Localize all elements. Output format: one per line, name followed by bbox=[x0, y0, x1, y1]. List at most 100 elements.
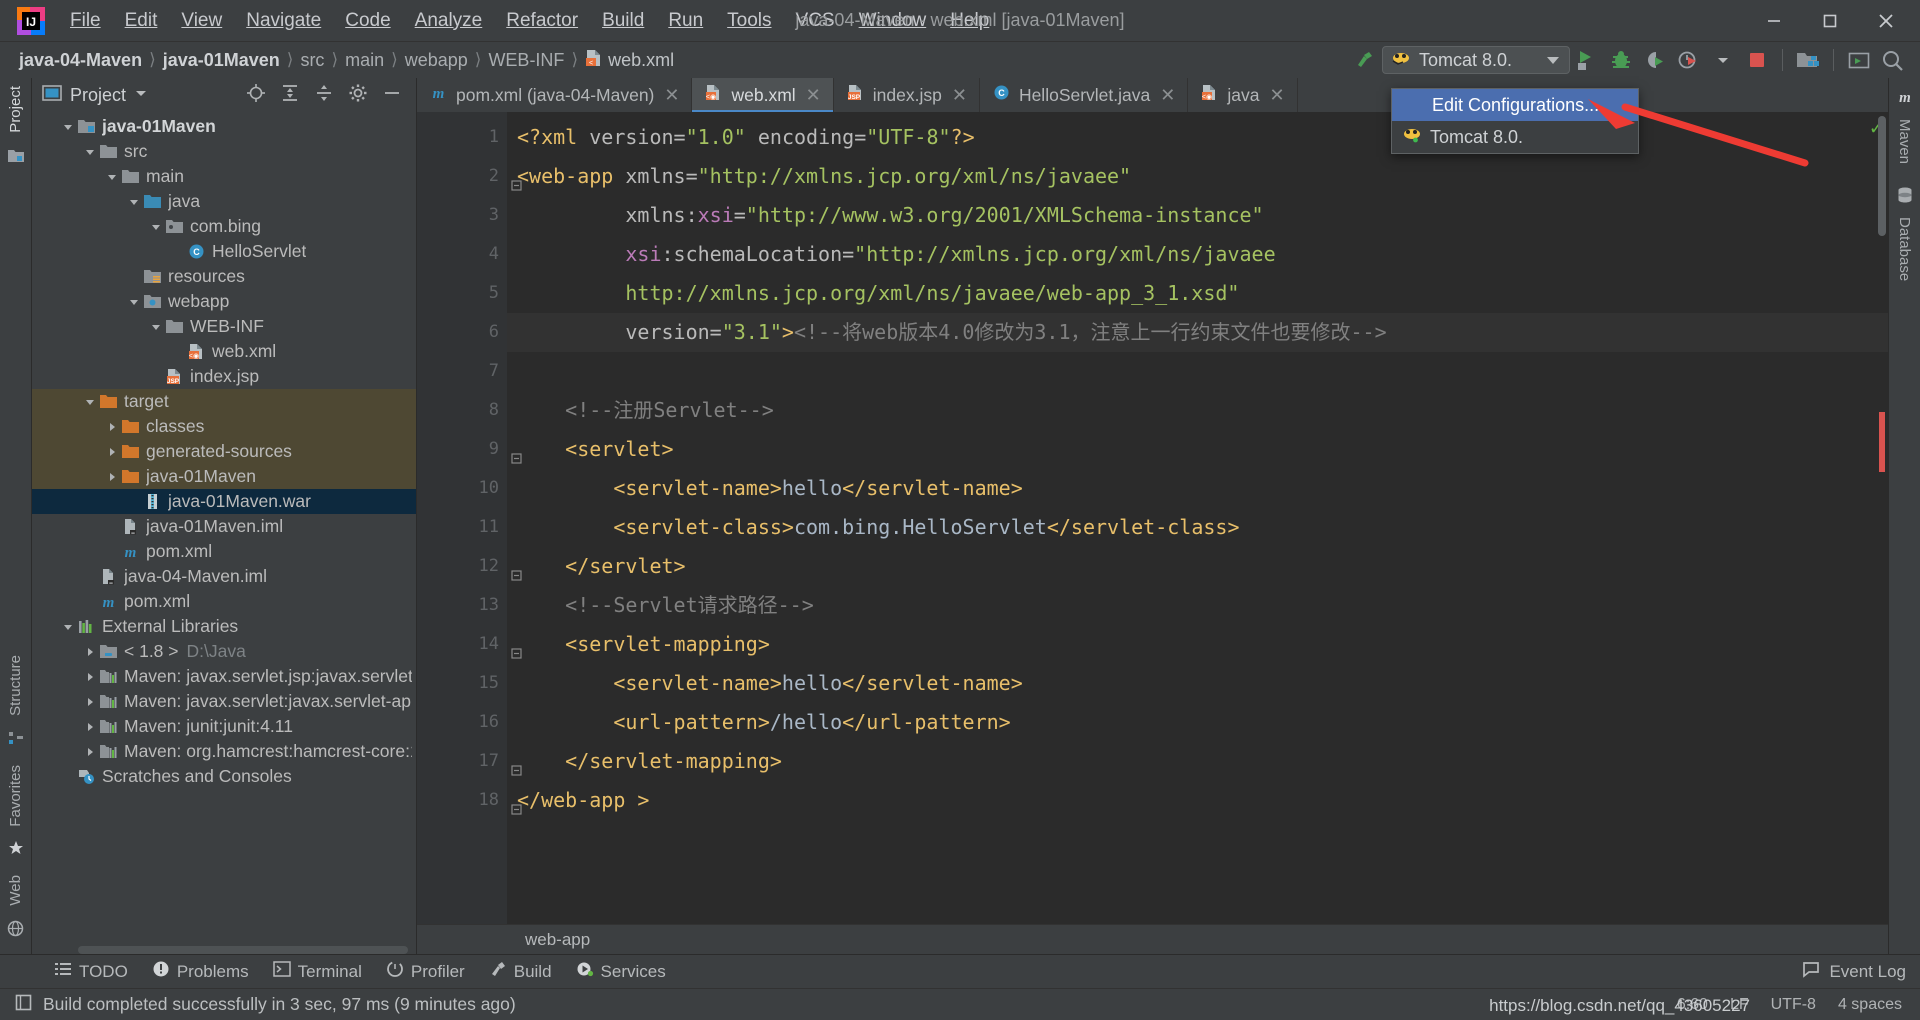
close-icon[interactable]: ✕ bbox=[952, 85, 967, 106]
error-stripe-marker[interactable] bbox=[1879, 412, 1885, 472]
code-line[interactable]: <!--Servlet请求路径--> bbox=[517, 586, 1888, 625]
menu-item-tomcat[interactable]: Tomcat 8.0. bbox=[1392, 121, 1638, 153]
code-line[interactable] bbox=[517, 352, 1888, 391]
tool-window-button-services[interactable]: Services bbox=[566, 958, 676, 985]
tree-node[interactable]: java-01Maven.war bbox=[32, 489, 416, 514]
tree-node[interactable]: <◉web.xml bbox=[32, 339, 416, 364]
chevron-down-icon[interactable] bbox=[104, 171, 120, 183]
menu-help[interactable]: Help bbox=[938, 6, 1001, 36]
tree-node[interactable]: generated-sources bbox=[32, 439, 416, 464]
debug-button[interactable] bbox=[1604, 45, 1638, 75]
chevron-right-icon[interactable] bbox=[82, 696, 98, 708]
stop-button[interactable] bbox=[1740, 45, 1774, 75]
run-configuration-dropdown[interactable]: Edit Configurations... Tomcat 8.0. bbox=[1391, 88, 1639, 154]
build-hammer-icon[interactable] bbox=[1348, 45, 1382, 75]
close-icon[interactable]: ✕ bbox=[1269, 85, 1284, 106]
code-line[interactable]: <web-app xmlns="http://xmlns.jcp.org/xml… bbox=[517, 157, 1888, 196]
tree-node[interactable]: WEB-INF bbox=[32, 314, 416, 339]
tree-node[interactable]: Maven: javax.servlet.jsp:javax.servlet.j… bbox=[32, 664, 416, 689]
locate-icon[interactable] bbox=[246, 83, 266, 108]
menu-item-edit-configurations[interactable]: Edit Configurations... bbox=[1392, 89, 1638, 121]
code-content[interactable]: <?xml version="1.0" encoding="UTF-8"?><w… bbox=[507, 112, 1888, 924]
project-structure-button[interactable] bbox=[1791, 45, 1825, 75]
tree-node[interactable]: mpom.xml bbox=[32, 539, 416, 564]
close-button[interactable] bbox=[1858, 0, 1914, 42]
code-line[interactable]: <url-pattern>/hello</url-pattern> bbox=[517, 703, 1888, 742]
project-tree-scrollbar[interactable] bbox=[78, 946, 408, 954]
file-encoding[interactable]: UTF-8 bbox=[1771, 996, 1816, 1014]
breadcrumb-item-webapp[interactable]: webapp bbox=[400, 49, 473, 72]
code-line[interactable]: <servlet-class>com.bing.HelloServlet</se… bbox=[517, 508, 1888, 547]
caret-position[interactable]: 6:60 bbox=[1677, 996, 1708, 1014]
hide-panel-icon[interactable] bbox=[382, 83, 402, 108]
code-line[interactable]: <!--注册Servlet--> bbox=[517, 391, 1888, 430]
tree-node[interactable]: Maven: junit:junit:4.11 bbox=[32, 714, 416, 739]
minimize-button[interactable] bbox=[1746, 0, 1802, 42]
menu-vcs[interactable]: VCS bbox=[784, 6, 847, 36]
tool-window-button-terminal[interactable]: Terminal bbox=[263, 959, 372, 984]
tree-node[interactable]: com.bing bbox=[32, 214, 416, 239]
breadcrumb-item-webinf[interactable]: WEB-INF bbox=[483, 49, 569, 72]
close-icon[interactable]: ✕ bbox=[1160, 85, 1175, 106]
tree-node[interactable]: java-01Maven.iml bbox=[32, 514, 416, 539]
editor-scrollbar[interactable] bbox=[1878, 116, 1886, 236]
sidebar-item-database[interactable]: Database bbox=[1896, 209, 1913, 289]
chevron-down-icon[interactable] bbox=[126, 196, 142, 208]
run-with-coverage-button[interactable] bbox=[1638, 45, 1672, 75]
code-editor[interactable]: 123456789101112131415161718 <?xml versio… bbox=[417, 112, 1888, 924]
maximize-button[interactable] bbox=[1802, 0, 1858, 42]
expand-all-icon[interactable] bbox=[280, 83, 300, 108]
chevron-down-icon[interactable] bbox=[60, 121, 76, 133]
chevron-right-icon[interactable] bbox=[82, 646, 98, 658]
menu-analyze[interactable]: Analyze bbox=[403, 6, 495, 36]
tree-node[interactable]: src bbox=[32, 139, 416, 164]
breadcrumb-item-main[interactable]: main bbox=[340, 49, 389, 72]
profile-button[interactable] bbox=[1672, 45, 1706, 75]
menu-tools[interactable]: Tools bbox=[715, 6, 783, 36]
breadcrumb-item-src[interactable]: src bbox=[295, 49, 329, 72]
chevron-down-icon[interactable] bbox=[126, 296, 142, 308]
tree-node[interactable]: mpom.xml bbox=[32, 589, 416, 614]
run-configuration-selector[interactable]: Tomcat 8.0. bbox=[1382, 46, 1570, 74]
breadcrumb-item-module[interactable]: java-01Maven bbox=[158, 49, 285, 72]
chevron-down-icon[interactable] bbox=[134, 86, 148, 105]
code-line[interactable]: <servlet-name>hello</servlet-name> bbox=[517, 469, 1888, 508]
code-line[interactable]: <servlet> bbox=[517, 430, 1888, 469]
menu-window[interactable]: Window bbox=[847, 6, 939, 36]
menu-run[interactable]: Run bbox=[656, 6, 715, 36]
sidebar-item-structure[interactable]: Structure bbox=[7, 647, 24, 724]
search-everywhere-icon[interactable] bbox=[1876, 45, 1910, 75]
editor-tab[interactable]: mpom.xml (java-04-Maven)✕ bbox=[417, 78, 692, 112]
code-line[interactable]: <servlet-name>hello</servlet-name> bbox=[517, 664, 1888, 703]
menu-code[interactable]: Code bbox=[333, 6, 402, 36]
chevron-right-icon[interactable] bbox=[82, 746, 98, 758]
sidebar-item-project[interactable]: Project bbox=[7, 78, 24, 141]
menu-build[interactable]: Build bbox=[590, 6, 656, 36]
chevron-down-icon[interactable] bbox=[148, 221, 164, 233]
tree-node[interactable]: CHelloServlet bbox=[32, 239, 416, 264]
tree-node[interactable]: Maven: org.hamcrest:hamcrest-core:1.3 bbox=[32, 739, 416, 764]
tree-node[interactable]: External Libraries bbox=[32, 614, 416, 639]
event-log-label[interactable]: Event Log bbox=[1829, 962, 1906, 982]
editor-tab[interactable]: JSPindex.jsp✕ bbox=[834, 78, 980, 112]
tree-node[interactable]: main bbox=[32, 164, 416, 189]
tree-node[interactable]: java bbox=[32, 189, 416, 214]
tree-node[interactable]: classes bbox=[32, 414, 416, 439]
breadcrumb-item-project[interactable]: java-04-Maven bbox=[14, 49, 147, 72]
tool-window-button-problems[interactable]: Problems bbox=[142, 958, 259, 985]
preview-window-icon[interactable] bbox=[1842, 45, 1876, 75]
close-icon[interactable]: ✕ bbox=[664, 85, 679, 106]
tool-window-button-profiler[interactable]: Profiler bbox=[376, 958, 475, 985]
tree-node[interactable]: resources bbox=[32, 264, 416, 289]
tool-window-button-todo[interactable]: TODO bbox=[44, 959, 138, 984]
sidebar-item-web[interactable]: Web bbox=[7, 867, 24, 914]
chevron-right-icon[interactable] bbox=[104, 471, 120, 483]
chevron-down-icon[interactable] bbox=[1547, 57, 1559, 64]
code-line[interactable]: version="3.1"><!--将web版本4.0修改为3.1，注意上一行约… bbox=[507, 313, 1888, 352]
close-icon[interactable]: ✕ bbox=[806, 85, 821, 106]
code-line[interactable]: <?xml version="1.0" encoding="UTF-8"?> bbox=[517, 118, 1888, 157]
sidebar-item-maven[interactable]: Maven bbox=[1896, 111, 1913, 172]
menu-navigate[interactable]: Navigate bbox=[234, 6, 333, 36]
tree-node[interactable]: JSPindex.jsp bbox=[32, 364, 416, 389]
line-separator[interactable]: LF bbox=[1730, 996, 1749, 1014]
